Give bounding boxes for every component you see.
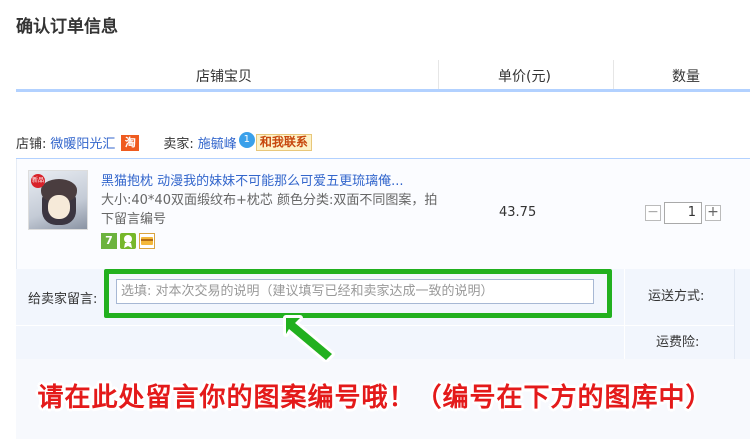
row-border bbox=[734, 269, 735, 359]
quantity-input[interactable]: 1 bbox=[664, 202, 702, 224]
message-label: 给卖家留言: bbox=[28, 292, 98, 307]
seller-label: 卖家: bbox=[163, 137, 194, 152]
unit-price: 43.75 bbox=[499, 205, 537, 220]
credit-card-icon[interactable] bbox=[139, 233, 155, 249]
item-title-link[interactable]: 黑猫抱枕 动漫我的妹妹不可能那么可爱五更琉璃俺... bbox=[101, 170, 404, 189]
thumbnail-face bbox=[48, 195, 70, 219]
page-title: 确认订单信息 bbox=[16, 17, 118, 37]
consumer-protection-icon[interactable] bbox=[120, 233, 136, 249]
service-icons: 7 bbox=[101, 233, 155, 249]
shop-info-row: 店铺: 微暖阳光汇 淘 卖家: 施毓峰 1 和我联系 bbox=[16, 131, 312, 152]
column-divider bbox=[624, 269, 625, 359]
message-shipping-row: 给卖家留言: 选填: 对本次交易的说明（建议填写已经和卖家达成一致的说明） 运送… bbox=[16, 269, 750, 359]
wangwang-chat-icon[interactable]: 1 bbox=[238, 131, 255, 148]
seven-day-return-icon[interactable]: 7 bbox=[101, 233, 117, 249]
column-divider bbox=[613, 60, 614, 89]
order-item-row: 新品 黑猫抱枕 动漫我的妹妹不可能那么可爱五更琉璃俺... 大小:40*40双面… bbox=[16, 159, 750, 269]
row-divider bbox=[16, 325, 734, 326]
column-divider bbox=[438, 60, 439, 89]
shipping-insurance-label: 运费险: bbox=[656, 335, 700, 350]
taobao-badge-icon: 淘 bbox=[121, 134, 140, 151]
highlight-box bbox=[104, 269, 612, 318]
shop-label: 店铺: bbox=[16, 137, 47, 152]
quantity-stepper: − 1 + bbox=[645, 202, 721, 224]
contact-seller-button[interactable]: 和我联系 bbox=[255, 134, 312, 151]
item-thumbnail[interactable]: 新品 bbox=[28, 170, 88, 230]
column-item: 店铺宝贝 bbox=[196, 69, 252, 85]
pointer-arrow-icon bbox=[283, 315, 335, 362]
increase-quantity-button[interactable]: + bbox=[705, 205, 721, 221]
item-spec: 大小:40*40双面缎纹布+枕芯 颜色分类:双面不同图案，拍下留言编号 bbox=[101, 193, 438, 227]
shipping-method-label: 运送方式: bbox=[648, 289, 705, 304]
shop-name-link[interactable]: 微暖阳光汇 bbox=[50, 133, 115, 152]
column-quantity: 数量 bbox=[672, 69, 700, 85]
instruction-banner: 请在此处留言你的图案编号哦！（编号在下方的图库中） bbox=[37, 383, 713, 413]
new-tag-icon: 新品 bbox=[31, 174, 45, 188]
decrease-quantity-button[interactable]: − bbox=[645, 205, 661, 221]
seller-name-link[interactable]: 施毓峰 bbox=[198, 133, 237, 152]
order-column-header: 店铺宝贝 单价(元) 数量 bbox=[16, 60, 750, 92]
column-price: 单价(元) bbox=[498, 69, 551, 85]
